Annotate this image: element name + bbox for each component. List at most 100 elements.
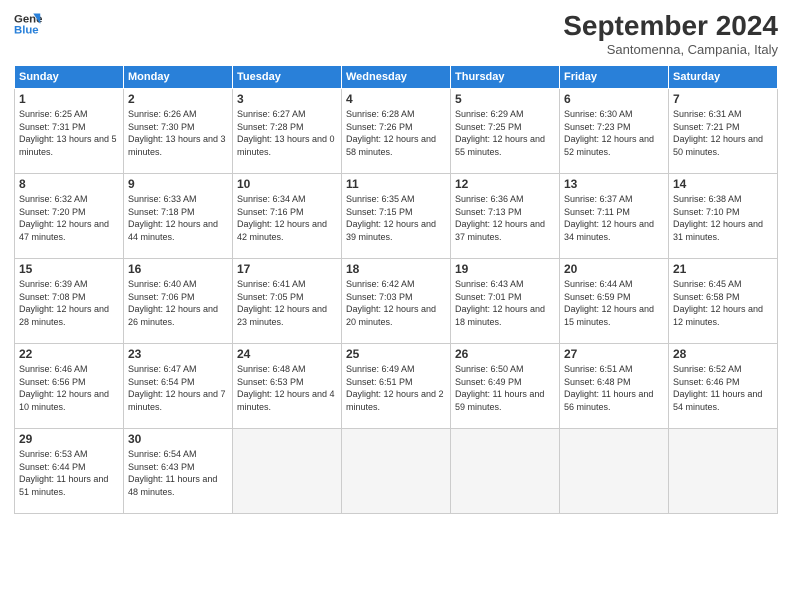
day-cell-5: 5 Sunrise: 6:29 AM Sunset: 7:25 PM Dayli… [451, 89, 560, 174]
weekday-header-row: Sunday Monday Tuesday Wednesday Thursday… [15, 66, 778, 89]
header-saturday: Saturday [669, 66, 778, 89]
day-number: 24 [237, 347, 337, 361]
day-info: Sunrise: 6:54 AM Sunset: 6:43 PM Dayligh… [128, 448, 228, 498]
day-cell-3: 3 Sunrise: 6:27 AM Sunset: 7:28 PM Dayli… [233, 89, 342, 174]
day-cell-18: 18 Sunrise: 6:42 AM Sunset: 7:03 PM Dayl… [342, 259, 451, 344]
day-cell-8: 8 Sunrise: 6:32 AM Sunset: 7:20 PM Dayli… [15, 174, 124, 259]
day-info: Sunrise: 6:48 AM Sunset: 6:53 PM Dayligh… [237, 363, 337, 413]
day-number: 23 [128, 347, 228, 361]
day-info: Sunrise: 6:39 AM Sunset: 7:08 PM Dayligh… [19, 278, 119, 328]
day-cell-17: 17 Sunrise: 6:41 AM Sunset: 7:05 PM Dayl… [233, 259, 342, 344]
week-row-3: 15 Sunrise: 6:39 AM Sunset: 7:08 PM Dayl… [15, 259, 778, 344]
day-cell-1: 1 Sunrise: 6:25 AM Sunset: 7:31 PM Dayli… [15, 89, 124, 174]
header-wednesday: Wednesday [342, 66, 451, 89]
week-row-4: 22 Sunrise: 6:46 AM Sunset: 6:56 PM Dayl… [15, 344, 778, 429]
day-info: Sunrise: 6:53 AM Sunset: 6:44 PM Dayligh… [19, 448, 119, 498]
day-number: 15 [19, 262, 119, 276]
day-info: Sunrise: 6:31 AM Sunset: 7:21 PM Dayligh… [673, 108, 773, 158]
day-number: 17 [237, 262, 337, 276]
day-cell-7: 7 Sunrise: 6:31 AM Sunset: 7:21 PM Dayli… [669, 89, 778, 174]
header-friday: Friday [560, 66, 669, 89]
day-info: Sunrise: 6:26 AM Sunset: 7:30 PM Dayligh… [128, 108, 228, 158]
day-info: Sunrise: 6:41 AM Sunset: 7:05 PM Dayligh… [237, 278, 337, 328]
day-number: 26 [455, 347, 555, 361]
day-cell-30: 30 Sunrise: 6:54 AM Sunset: 6:43 PM Dayl… [124, 429, 233, 514]
day-cell-23: 23 Sunrise: 6:47 AM Sunset: 6:54 PM Dayl… [124, 344, 233, 429]
day-info: Sunrise: 6:44 AM Sunset: 6:59 PM Dayligh… [564, 278, 664, 328]
calendar-table: Sunday Monday Tuesday Wednesday Thursday… [14, 65, 778, 514]
empty-cell [233, 429, 342, 514]
header-monday: Monday [124, 66, 233, 89]
empty-cell [560, 429, 669, 514]
empty-cell [451, 429, 560, 514]
day-cell-2: 2 Sunrise: 6:26 AM Sunset: 7:30 PM Dayli… [124, 89, 233, 174]
day-number: 2 [128, 92, 228, 106]
header-sunday: Sunday [15, 66, 124, 89]
day-number: 13 [564, 177, 664, 191]
week-row-1: 1 Sunrise: 6:25 AM Sunset: 7:31 PM Dayli… [15, 89, 778, 174]
day-cell-14: 14 Sunrise: 6:38 AM Sunset: 7:10 PM Dayl… [669, 174, 778, 259]
day-number: 14 [673, 177, 773, 191]
day-cell-10: 10 Sunrise: 6:34 AM Sunset: 7:16 PM Dayl… [233, 174, 342, 259]
logo: General Blue [14, 10, 42, 38]
logo-icon: General Blue [14, 10, 42, 38]
day-cell-4: 4 Sunrise: 6:28 AM Sunset: 7:26 PM Dayli… [342, 89, 451, 174]
day-number: 7 [673, 92, 773, 106]
empty-cell [342, 429, 451, 514]
day-number: 16 [128, 262, 228, 276]
day-cell-19: 19 Sunrise: 6:43 AM Sunset: 7:01 PM Dayl… [451, 259, 560, 344]
day-info: Sunrise: 6:29 AM Sunset: 7:25 PM Dayligh… [455, 108, 555, 158]
day-number: 9 [128, 177, 228, 191]
header-tuesday: Tuesday [233, 66, 342, 89]
day-info: Sunrise: 6:33 AM Sunset: 7:18 PM Dayligh… [128, 193, 228, 243]
day-number: 18 [346, 262, 446, 276]
day-number: 6 [564, 92, 664, 106]
day-info: Sunrise: 6:38 AM Sunset: 7:10 PM Dayligh… [673, 193, 773, 243]
day-cell-9: 9 Sunrise: 6:33 AM Sunset: 7:18 PM Dayli… [124, 174, 233, 259]
day-number: 21 [673, 262, 773, 276]
header: General Blue September 2024 Santomenna, … [14, 10, 778, 57]
day-info: Sunrise: 6:52 AM Sunset: 6:46 PM Dayligh… [673, 363, 773, 413]
day-number: 1 [19, 92, 119, 106]
day-info: Sunrise: 6:37 AM Sunset: 7:11 PM Dayligh… [564, 193, 664, 243]
header-thursday: Thursday [451, 66, 560, 89]
day-info: Sunrise: 6:30 AM Sunset: 7:23 PM Dayligh… [564, 108, 664, 158]
day-cell-13: 13 Sunrise: 6:37 AM Sunset: 7:11 PM Dayl… [560, 174, 669, 259]
title-area: September 2024 Santomenna, Campania, Ita… [563, 10, 778, 57]
day-number: 4 [346, 92, 446, 106]
day-info: Sunrise: 6:25 AM Sunset: 7:31 PM Dayligh… [19, 108, 119, 158]
day-number: 28 [673, 347, 773, 361]
month-title: September 2024 [563, 10, 778, 42]
day-cell-28: 28 Sunrise: 6:52 AM Sunset: 6:46 PM Dayl… [669, 344, 778, 429]
day-info: Sunrise: 6:40 AM Sunset: 7:06 PM Dayligh… [128, 278, 228, 328]
day-info: Sunrise: 6:47 AM Sunset: 6:54 PM Dayligh… [128, 363, 228, 413]
day-number: 3 [237, 92, 337, 106]
day-cell-22: 22 Sunrise: 6:46 AM Sunset: 6:56 PM Dayl… [15, 344, 124, 429]
svg-text:Blue: Blue [14, 25, 39, 37]
day-cell-20: 20 Sunrise: 6:44 AM Sunset: 6:59 PM Dayl… [560, 259, 669, 344]
day-number: 11 [346, 177, 446, 191]
day-info: Sunrise: 6:27 AM Sunset: 7:28 PM Dayligh… [237, 108, 337, 158]
day-cell-24: 24 Sunrise: 6:48 AM Sunset: 6:53 PM Dayl… [233, 344, 342, 429]
day-cell-27: 27 Sunrise: 6:51 AM Sunset: 6:48 PM Dayl… [560, 344, 669, 429]
day-cell-26: 26 Sunrise: 6:50 AM Sunset: 6:49 PM Dayl… [451, 344, 560, 429]
page: General Blue September 2024 Santomenna, … [0, 0, 792, 612]
day-number: 27 [564, 347, 664, 361]
day-info: Sunrise: 6:50 AM Sunset: 6:49 PM Dayligh… [455, 363, 555, 413]
day-info: Sunrise: 6:36 AM Sunset: 7:13 PM Dayligh… [455, 193, 555, 243]
day-number: 22 [19, 347, 119, 361]
day-info: Sunrise: 6:32 AM Sunset: 7:20 PM Dayligh… [19, 193, 119, 243]
day-info: Sunrise: 6:49 AM Sunset: 6:51 PM Dayligh… [346, 363, 446, 413]
week-row-5: 29 Sunrise: 6:53 AM Sunset: 6:44 PM Dayl… [15, 429, 778, 514]
day-info: Sunrise: 6:45 AM Sunset: 6:58 PM Dayligh… [673, 278, 773, 328]
day-info: Sunrise: 6:42 AM Sunset: 7:03 PM Dayligh… [346, 278, 446, 328]
day-info: Sunrise: 6:46 AM Sunset: 6:56 PM Dayligh… [19, 363, 119, 413]
day-number: 8 [19, 177, 119, 191]
location-subtitle: Santomenna, Campania, Italy [563, 42, 778, 57]
day-info: Sunrise: 6:28 AM Sunset: 7:26 PM Dayligh… [346, 108, 446, 158]
day-cell-29: 29 Sunrise: 6:53 AM Sunset: 6:44 PM Dayl… [15, 429, 124, 514]
day-number: 20 [564, 262, 664, 276]
empty-cell [669, 429, 778, 514]
day-number: 25 [346, 347, 446, 361]
day-number: 30 [128, 432, 228, 446]
